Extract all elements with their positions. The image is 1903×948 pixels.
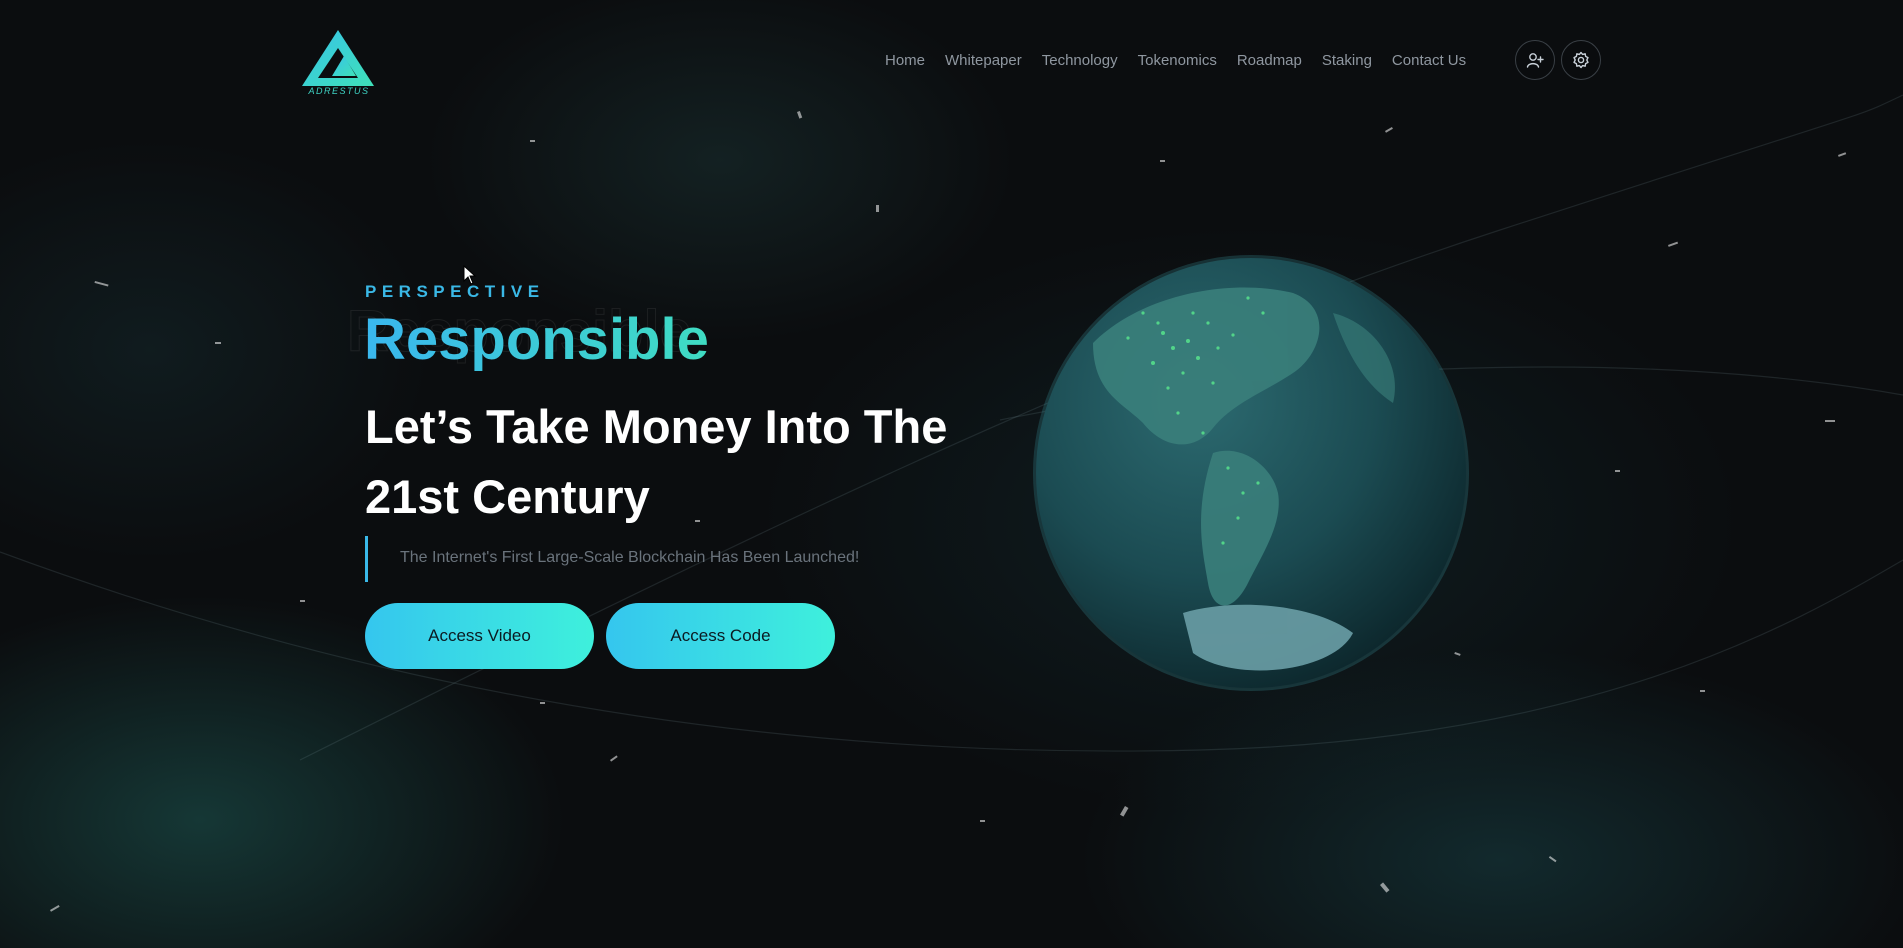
settings-button[interactable] xyxy=(1561,40,1601,80)
globe-image xyxy=(1033,253,1469,693)
nav-technology[interactable]: Technology xyxy=(1042,52,1118,69)
triangle-logo-icon xyxy=(302,30,374,86)
hero-title: Let’s Take Money Into The 21st Century xyxy=(365,400,948,523)
add-user-icon xyxy=(1526,53,1544,68)
nav-home[interactable]: Home xyxy=(885,52,925,69)
nav-contact-us[interactable]: Contact Us xyxy=(1392,52,1466,69)
hero-headline: Responsible xyxy=(364,307,709,372)
hero-subtitle: The Internet's First Large-Scale Blockch… xyxy=(400,549,860,566)
main-nav: Home Whitepaper Technology Tokenomics Ro… xyxy=(885,52,1466,69)
nav-roadmap[interactable]: Roadmap xyxy=(1237,52,1302,69)
gear-icon xyxy=(1573,51,1589,69)
adrestus-logo[interactable]: ADRESTUS xyxy=(300,28,378,100)
access-code-button[interactable]: Access Code xyxy=(606,603,835,669)
nav-staking[interactable]: Staking xyxy=(1322,52,1372,69)
register-button[interactable] xyxy=(1515,40,1555,80)
subtitle-accent-bar xyxy=(365,536,368,582)
nav-whitepaper[interactable]: Whitepaper xyxy=(945,52,1022,69)
earth-globe-icon xyxy=(1033,255,1469,691)
nav-tokenomics[interactable]: Tokenomics xyxy=(1138,52,1217,69)
logo-wordmark: ADRESTUS xyxy=(308,86,370,96)
mouse-cursor-icon xyxy=(463,265,477,285)
access-video-button[interactable]: Access Video xyxy=(365,603,594,669)
